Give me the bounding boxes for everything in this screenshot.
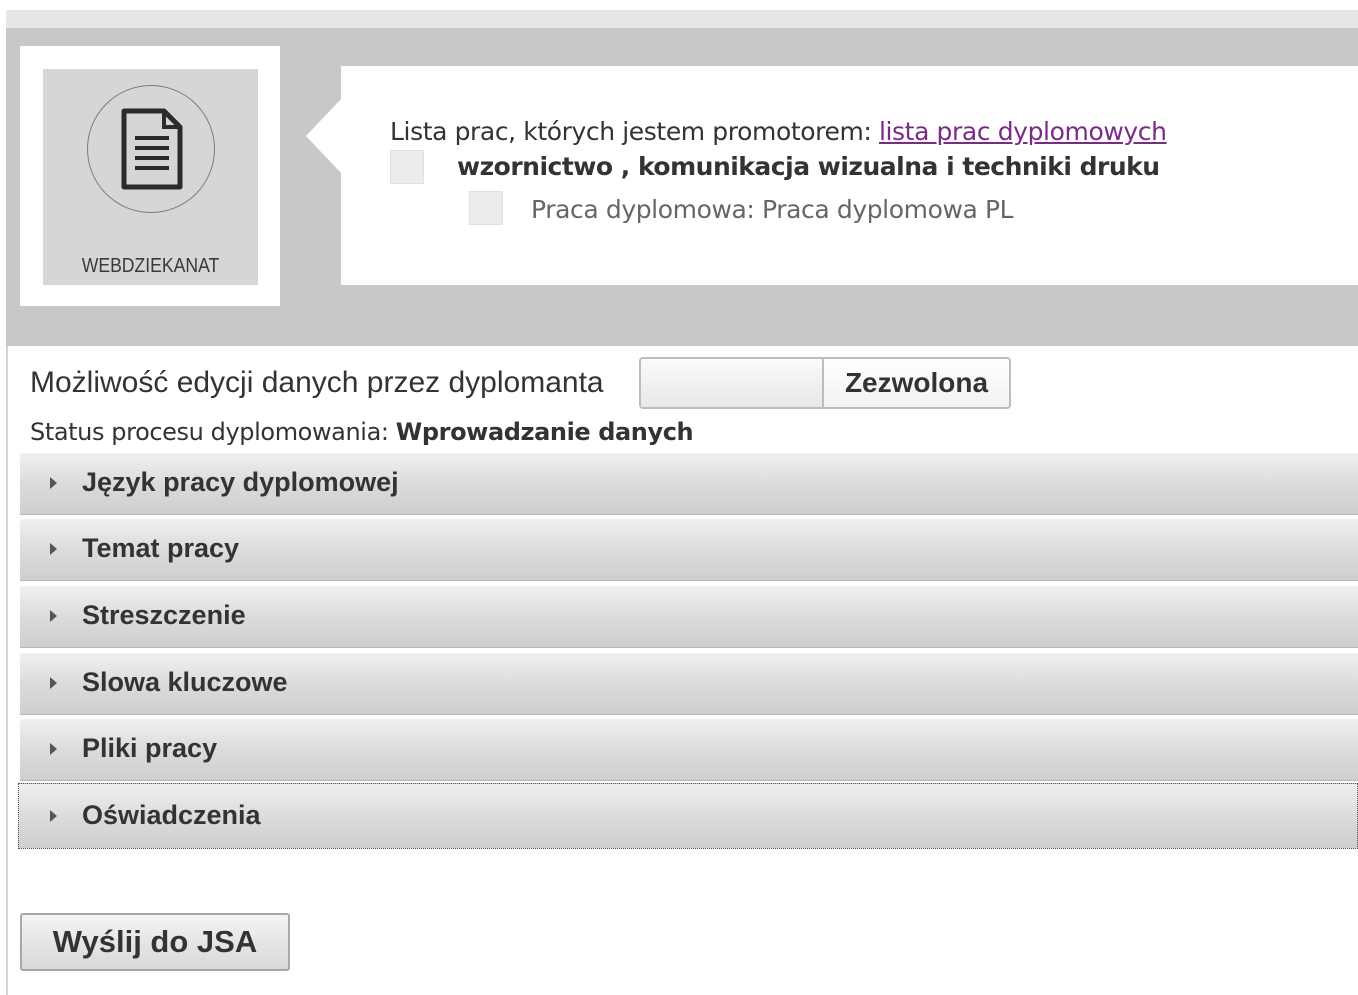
top-bar <box>6 10 1358 28</box>
toggle-off-segment[interactable] <box>641 359 824 407</box>
caret-right-icon <box>50 477 57 489</box>
section-label: Streszczenie <box>82 600 246 630</box>
promoter-text: Lista prac, których jestem promotorem: <box>390 117 879 146</box>
section-thesis-topic[interactable]: Temat pracy <box>20 519 1358 581</box>
caret-right-icon <box>50 743 57 755</box>
caret-right-icon <box>50 677 57 689</box>
section-label: Pliki pracy <box>82 733 218 763</box>
section-label: Język pracy dyplomowej <box>82 467 399 497</box>
section-label: Oświadczenia <box>82 800 261 830</box>
caret-right-icon <box>50 810 57 822</box>
toggle-on-segment[interactable]: Zezwolona <box>824 359 1009 407</box>
module-label: WEBDZIEKANAT <box>81 255 220 277</box>
edit-permission-label: Możliwość edycji danych przez dyplomanta <box>30 366 604 399</box>
info-panel: Lista prac, których jestem promotorem: l… <box>341 66 1358 285</box>
caret-right-icon <box>50 543 57 555</box>
section-files[interactable]: Pliki pracy <box>20 719 1358 781</box>
promoter-line: Lista prac, których jestem promotorem: l… <box>390 117 1167 146</box>
status-label: Status procesu dyplomowania: <box>30 418 396 446</box>
top-strip <box>0 0 1358 10</box>
edit-permission-toggle[interactable]: Zezwolona <box>639 357 1011 409</box>
document-icon <box>87 85 215 213</box>
status-value: Wprowadzanie danych <box>395 418 694 446</box>
section-keywords[interactable]: Slowa kluczowe <box>20 653 1358 715</box>
thesis-item[interactable]: Praca dyplomowa: Praca dyplomowa PL <box>531 195 1014 224</box>
thesis-list-link[interactable]: lista prac dyplomowych <box>879 117 1167 146</box>
section-label: Temat pracy <box>82 533 240 563</box>
section-abstract[interactable]: Streszczenie <box>20 586 1358 648</box>
webdziekanat-tile-inner[interactable]: WEBDZIEKANAT <box>43 69 258 285</box>
webdziekanat-tile[interactable]: WEBDZIEKANAT <box>20 46 280 306</box>
section-thesis-language[interactable]: Język pracy dyplomowej <box>20 453 1358 515</box>
left-divider <box>6 346 8 995</box>
caret-right-icon <box>50 610 57 622</box>
info-pointer <box>306 98 342 174</box>
section-label: Slowa kluczowe <box>82 667 288 697</box>
field-of-study-checkbox[interactable] <box>390 150 424 184</box>
send-to-jsa-button[interactable]: Wyślij do JSA <box>20 913 290 971</box>
thesis-checkbox[interactable] <box>469 191 503 225</box>
field-of-study: wzornictwo , komunikacja wizualna i tech… <box>457 152 1160 181</box>
section-declarations[interactable]: Oświadczenia <box>18 783 1358 849</box>
status-line: Status procesu dyplomowania: Wprowadzani… <box>30 418 694 446</box>
